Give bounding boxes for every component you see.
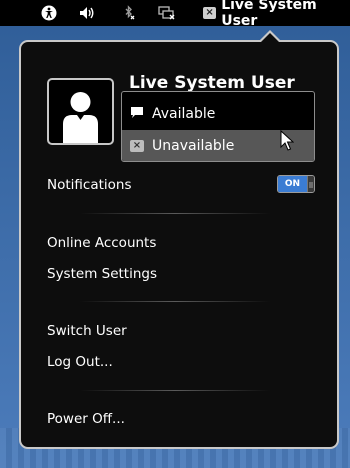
status-unavailable-icon: × [203, 7, 217, 19]
online-accounts-item[interactable]: Online Accounts [47, 235, 156, 251]
notifications-toggle[interactable]: ON [277, 175, 315, 193]
system-settings-item[interactable]: System Settings [47, 266, 157, 282]
menu-arrow-inner [261, 33, 279, 42]
status-option-label: Unavailable [152, 138, 235, 154]
separator [80, 390, 270, 391]
separator [80, 213, 270, 214]
mouse-cursor-icon [280, 130, 294, 151]
switch-user-item[interactable]: Switch User [47, 323, 127, 339]
avatar[interactable] [47, 78, 114, 145]
chat-bubble-icon [130, 106, 144, 123]
user-name: Live System User [129, 73, 295, 93]
separator [80, 301, 270, 302]
toggle-on-label: ON [278, 176, 307, 192]
log-out-item[interactable]: Log Out... [47, 354, 113, 370]
status-unavailable-icon: × [130, 140, 144, 152]
accessibility-icon[interactable] [40, 0, 58, 26]
status-option-available[interactable]: Available [122, 98, 314, 130]
notifications-label: Notifications [47, 177, 132, 193]
volume-icon[interactable] [78, 0, 96, 26]
power-off-item[interactable]: Power Off... [47, 411, 125, 427]
user-menu-button[interactable]: × Live System User [203, 0, 350, 29]
status-option-label: Available [152, 106, 216, 122]
network-disconnected-icon[interactable] [157, 0, 177, 26]
bluetooth-disabled-icon[interactable] [121, 0, 137, 26]
user-menu-title: Live System User [221, 0, 317, 29]
toggle-knob[interactable] [307, 176, 314, 192]
top-panel: × Live System User [0, 0, 350, 29]
